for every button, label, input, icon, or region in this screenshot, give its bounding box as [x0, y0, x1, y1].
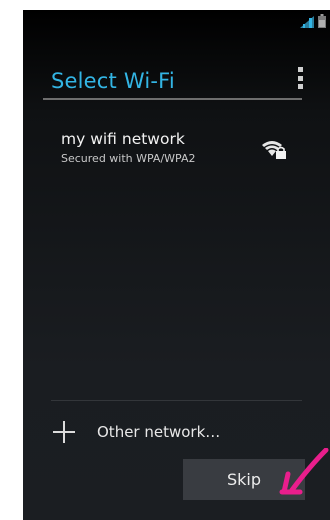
battery-icon [318, 14, 326, 28]
other-network-button[interactable]: Other network… [53, 420, 220, 444]
status-icons [300, 14, 326, 28]
arrow-annotation-icon [279, 448, 329, 495]
wifi-network-item[interactable]: my wifi network Secured with WPA/WPA2 [61, 130, 196, 165]
other-network-label: Other network… [97, 423, 221, 441]
list-divider [51, 400, 302, 401]
title-divider [43, 98, 302, 100]
overflow-menu-icon[interactable] [298, 67, 304, 89]
wifi-lock-icon [262, 141, 286, 159]
phone-screen: Select Wi-Fi my wifi network Secured wit… [23, 10, 330, 520]
plus-icon [53, 421, 75, 443]
status-bar [23, 10, 330, 32]
signal-icon [300, 16, 314, 28]
network-name: my wifi network [61, 130, 185, 148]
page-title: Select Wi-Fi [51, 69, 175, 93]
network-security: Secured with WPA/WPA2 [61, 152, 196, 165]
